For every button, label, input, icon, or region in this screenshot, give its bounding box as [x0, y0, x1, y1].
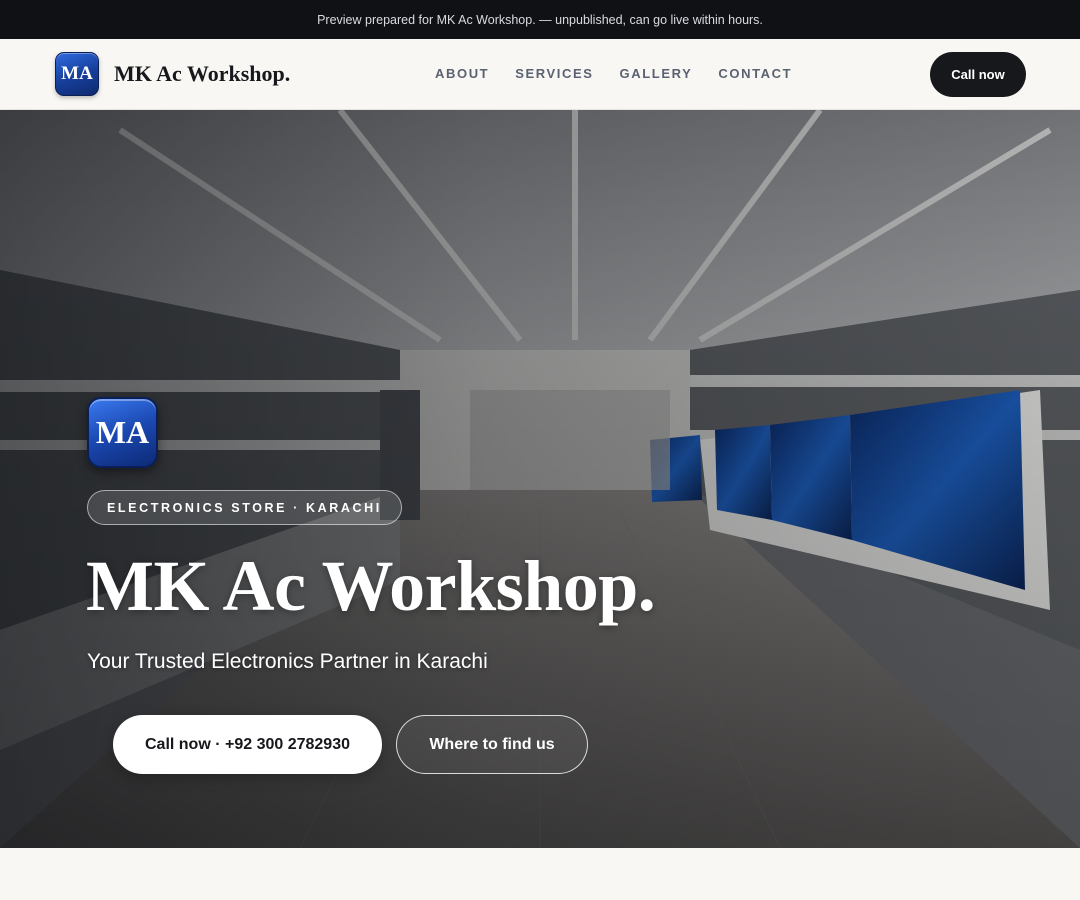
- nav-link-contact[interactable]: CONTACT: [718, 66, 792, 81]
- logo-icon[interactable]: MA: [55, 52, 99, 96]
- preview-banner-text: Preview prepared for MK Ac Workshop. — u…: [317, 12, 763, 27]
- hero-section: MA ELECTRONICS STORE · KARACHI MK Ac Wor…: [0, 110, 1080, 848]
- nav-link-services[interactable]: SERVICES: [515, 66, 593, 81]
- hero-call-button[interactable]: Call now · +92 300 2782930: [113, 715, 382, 774]
- main-nav: ABOUT SERVICES GALLERY CONTACT: [435, 66, 792, 81]
- site-header: MA MK Ac Workshop. ABOUT SERVICES GALLER…: [0, 39, 1080, 110]
- preview-banner: Preview prepared for MK Ac Workshop. — u…: [0, 0, 1080, 39]
- nav-link-about[interactable]: ABOUT: [435, 66, 489, 81]
- header-call-button[interactable]: Call now: [930, 52, 1026, 97]
- hero-eyebrow: ELECTRONICS STORE · KARACHI: [87, 490, 402, 525]
- brand-name[interactable]: MK Ac Workshop.: [114, 61, 290, 87]
- nav-link-gallery[interactable]: GALLERY: [620, 66, 693, 81]
- hero-title: MK Ac Workshop.: [86, 546, 656, 626]
- page-content-start: [0, 848, 1080, 900]
- hero-location-button[interactable]: Where to find us: [396, 715, 588, 774]
- hero-logo-icon: MA: [87, 397, 158, 468]
- hero-subtitle: Your Trusted Electronics Partner in Kara…: [87, 650, 488, 673]
